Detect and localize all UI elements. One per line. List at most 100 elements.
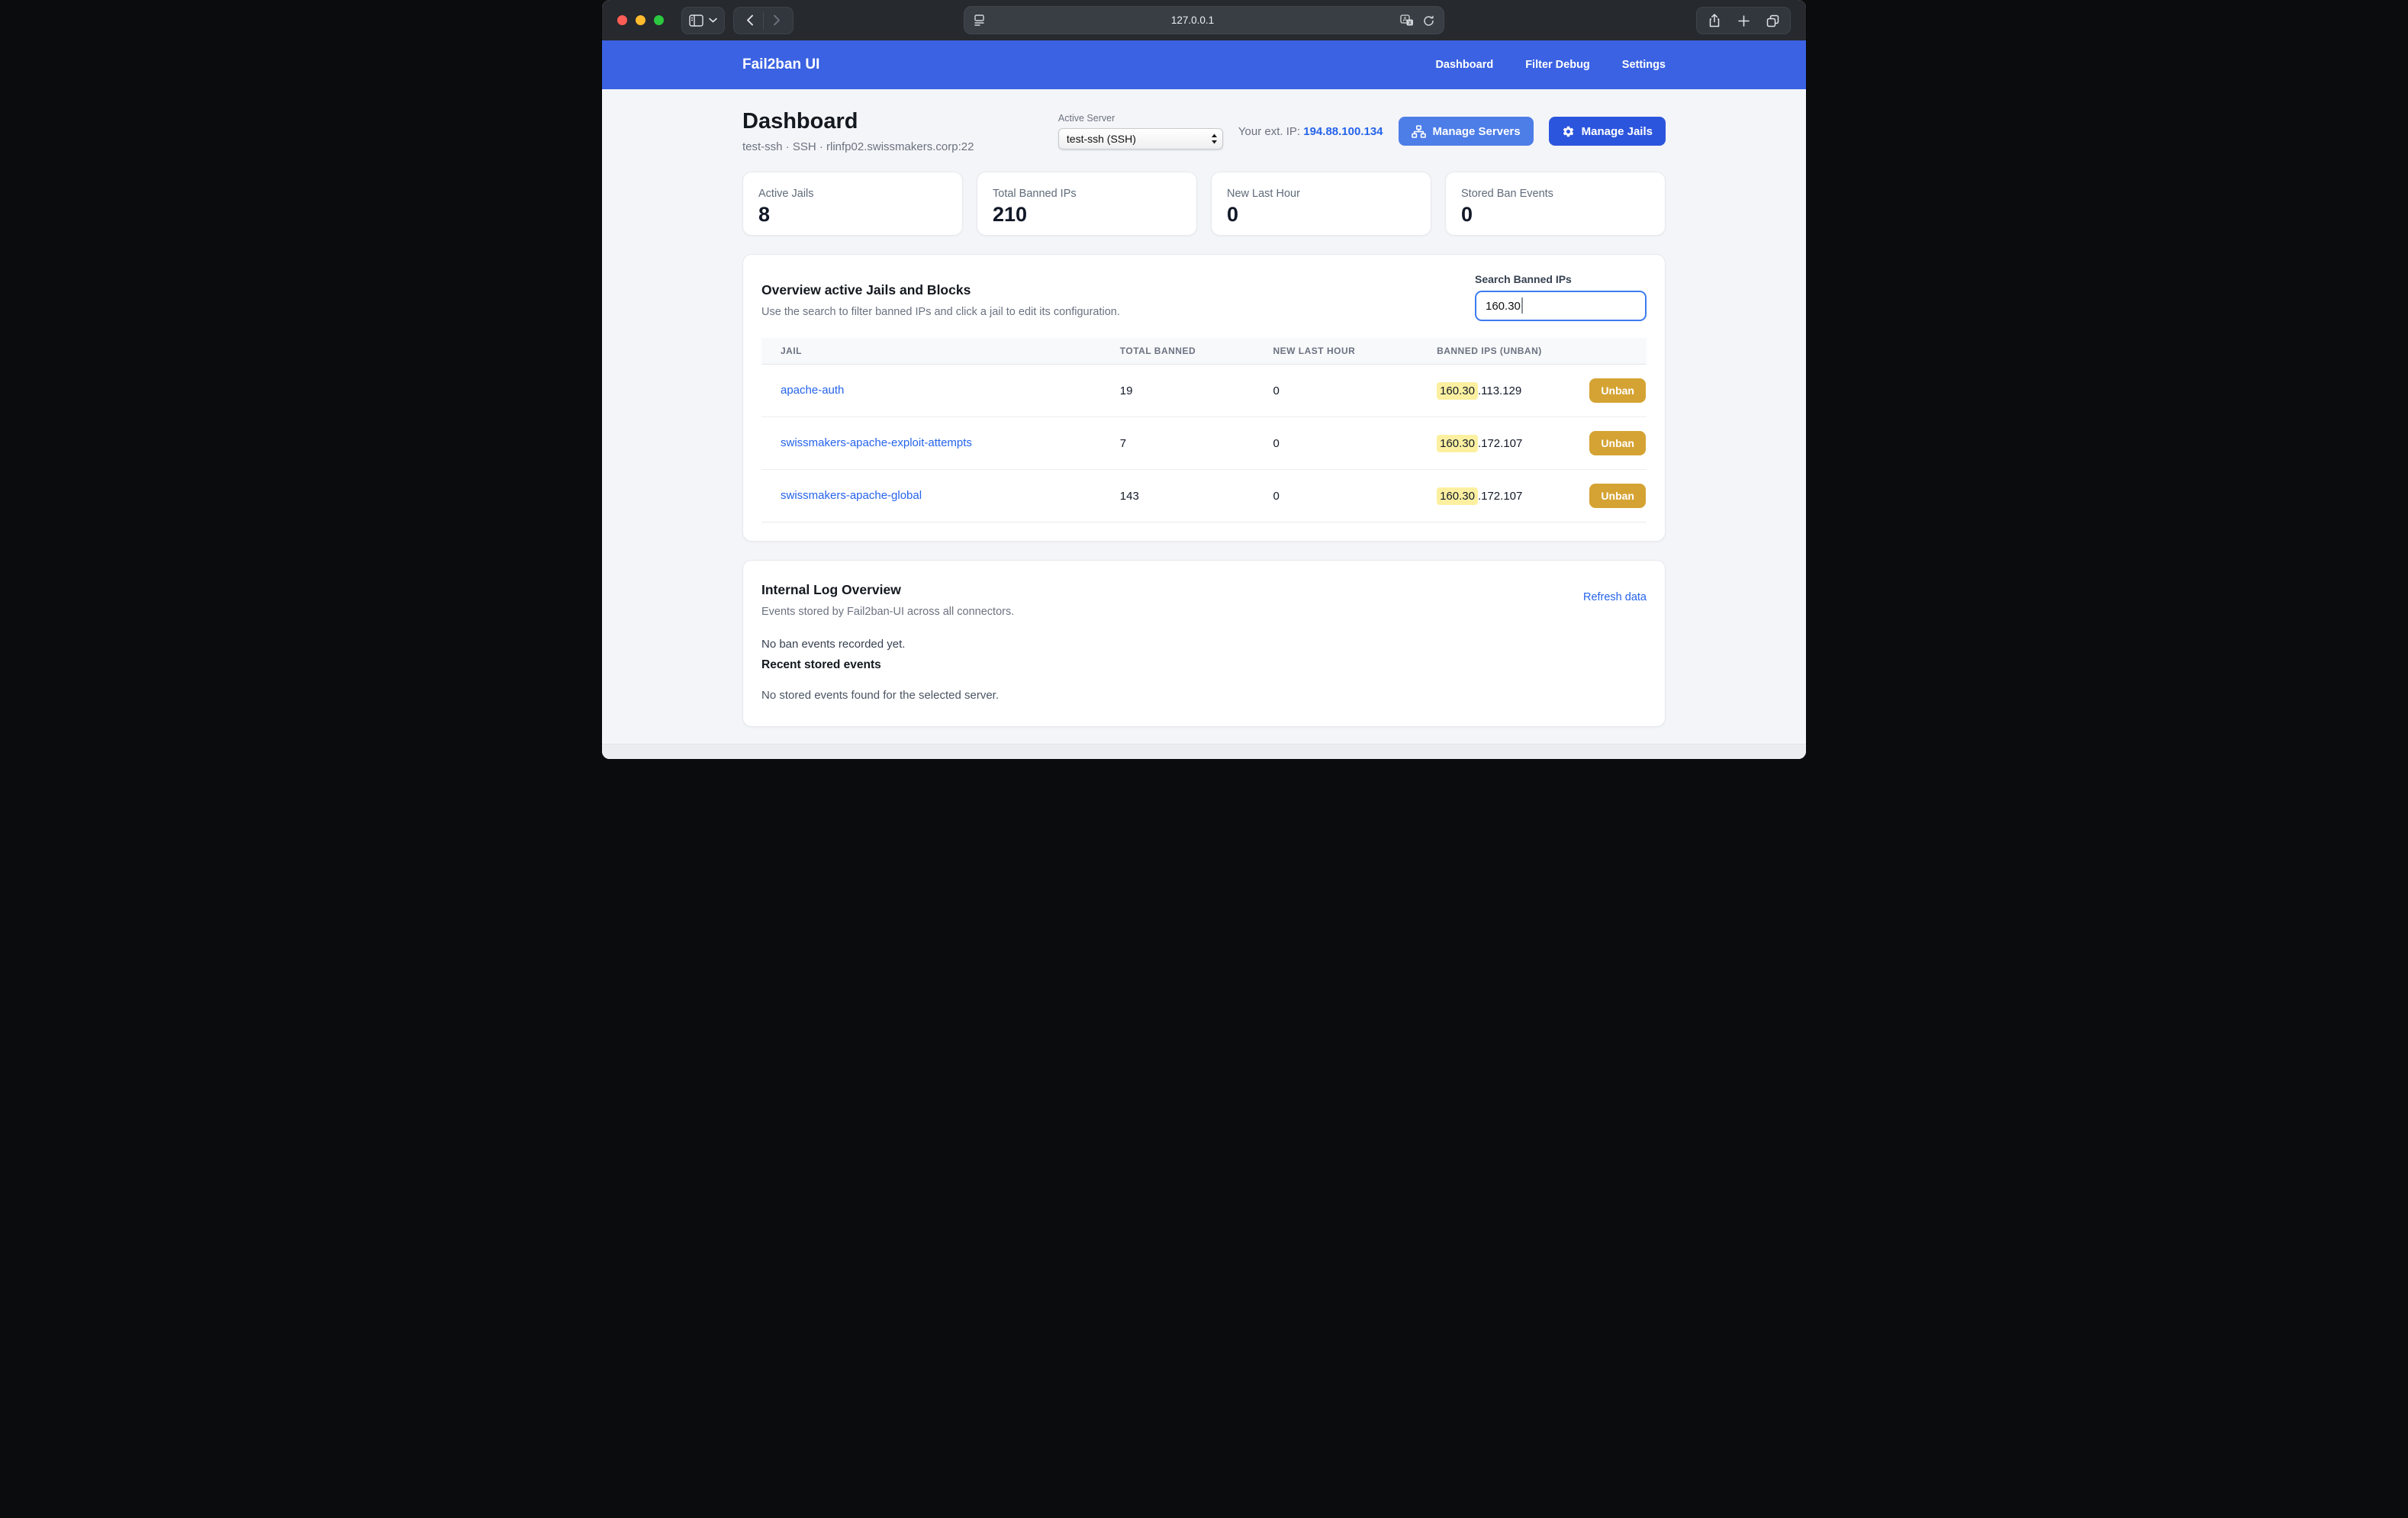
jails-table-header: JAIL TOTAL BANNED NEW LAST HOUR BANNED I… [761,338,1647,365]
history-nav-group [733,7,794,34]
stat-label: Total Banned IPs [993,188,1181,200]
search-banned-ips-label: Search Banned IPs [1475,273,1647,285]
toolbar-right-group [1696,7,1791,34]
share-icon[interactable] [1703,9,1726,32]
close-window-button[interactable] [617,15,627,25]
select-arrows-icon [1211,133,1218,144]
banned-ip: 160.30.113.129 [1437,384,1521,397]
ip-rest: .172.107 [1478,490,1522,503]
banned-ip: 160.30.172.107 [1437,490,1522,503]
total-banned-value: 7 [1120,437,1273,450]
stats-row: Active Jails 8 Total Banned IPs 210 New … [742,172,1666,236]
nav-link-filter-debug[interactable]: Filter Debug [1525,59,1590,71]
header-controls: Active Server test-ssh (SSH) Your ext. I… [1058,113,1666,150]
ext-ip-value[interactable]: 194.88.100.134 [1303,125,1383,138]
ext-ip-label: Your ext. IP: [1238,125,1300,138]
table-row: swissmakers-apache-global 143 0 160.30.1… [761,470,1647,523]
column-header-total-banned: TOTAL BANNED [1120,346,1273,356]
overview-title: Overview active Jails and Blocks [761,282,1120,298]
active-server-label: Active Server [1058,113,1223,124]
browser-titlebar: 127.0.0.1 A x [602,0,1806,40]
jail-link[interactable]: apache-auth [781,384,844,397]
new-last-hour-value: 0 [1273,384,1437,397]
nav-link-settings[interactable]: Settings [1622,59,1666,71]
sidebar-toggle-group [681,7,725,34]
stat-value: 8 [758,203,947,227]
stat-card-stored-ban-events: Stored Ban Events 0 [1445,172,1666,236]
new-last-hour-value: 0 [1273,437,1437,450]
jail-link[interactable]: swissmakers-apache-global [781,489,922,502]
reload-icon[interactable] [1423,14,1434,27]
stat-label: New Last Hour [1227,188,1415,200]
active-server-value: test-ssh (SSH) [1067,133,1136,145]
table-row: swissmakers-apache-exploit-attempts 7 0 … [761,417,1647,470]
stat-label: Stored Ban Events [1461,188,1650,200]
log-title: Internal Log Overview [761,582,1014,598]
no-ban-events-text: No ban events recorded yet. [761,638,1647,651]
tabs-overview-icon[interactable] [1761,9,1784,32]
nav-link-dashboard[interactable]: Dashboard [1435,59,1493,71]
new-last-hour-value: 0 [1273,490,1437,503]
page-subtitle: test-ssh · SSH · rlinfp02.swissmakers.co… [742,140,974,153]
manage-jails-label: Manage Jails [1582,125,1653,138]
ip-highlight: 160.30 [1437,435,1478,452]
address-bar[interactable]: 127.0.0.1 A x [964,6,1444,34]
manage-servers-label: Manage Servers [1433,125,1521,138]
app-nav-links: Dashboard Filter Debug Settings [1435,59,1666,71]
overview-card: Overview active Jails and Blocks Use the… [742,254,1666,542]
url-text: 127.0.0.1 [985,14,1400,26]
stat-card-new-last-hour: New Last Hour 0 [1211,172,1431,236]
stat-value: 0 [1227,203,1415,227]
refresh-data-link[interactable]: Refresh data [1583,591,1647,603]
sidebar-toggle-icon[interactable] [689,14,703,27]
back-button[interactable] [737,9,763,32]
ip-highlight: 160.30 [1437,382,1478,400]
unban-button[interactable]: Unban [1589,378,1646,403]
page-title: Dashboard [742,109,974,134]
stat-value: 210 [993,203,1181,227]
gear-icon [1562,125,1575,138]
jails-table: JAIL TOTAL BANNED NEW LAST HOUR BANNED I… [761,338,1647,523]
browser-window: 127.0.0.1 A x [602,0,1806,759]
minimize-window-button[interactable] [636,15,645,25]
column-header-jail: JAIL [761,346,1120,356]
stat-card-total-banned: Total Banned IPs 210 [977,172,1197,236]
recent-stored-events-title: Recent stored events [761,658,1647,672]
translate-icon[interactable]: A x [1400,14,1414,27]
total-banned-value: 19 [1120,384,1273,397]
svg-text:x: x [1408,19,1412,26]
column-header-new-last-hour: NEW LAST HOUR [1273,346,1437,356]
jail-link[interactable]: swissmakers-apache-exploit-attempts [781,436,972,449]
page-settings-icon[interactable] [974,14,985,26]
total-banned-value: 143 [1120,490,1273,503]
new-tab-icon[interactable] [1732,9,1755,32]
unban-button[interactable]: Unban [1589,484,1646,508]
stat-label: Active Jails [758,188,947,200]
stat-value: 0 [1461,203,1650,227]
search-banned-ips-input[interactable] [1475,291,1647,321]
app-brand[interactable]: Fail2ban UI [742,56,819,73]
banned-ip: 160.30.172.107 [1437,437,1522,450]
window-footer-strip [602,744,1806,759]
ip-rest: .113.129 [1478,384,1521,397]
forward-button[interactable] [764,9,790,32]
no-stored-events-text: No stored events found for the selected … [761,689,1647,702]
overview-subtitle: Use the search to filter banned IPs and … [761,306,1120,318]
text-caret [1521,297,1523,314]
manage-servers-button[interactable]: Manage Servers [1399,117,1534,146]
log-subtitle: Events stored by Fail2ban-UI across all … [761,606,1014,618]
unban-button[interactable]: Unban [1589,431,1646,455]
chevron-down-icon[interactable] [709,18,717,23]
ip-highlight: 160.30 [1437,487,1478,505]
table-row: apache-auth 19 0 160.30.113.129 Unban [761,365,1647,417]
stat-card-active-jails: Active Jails 8 [742,172,963,236]
column-header-banned-ips: BANNED IPS (UNBAN) [1437,346,1647,356]
ip-rest: .172.107 [1478,437,1522,450]
internal-log-card: Internal Log Overview Events stored by F… [742,560,1666,727]
page-header: Dashboard test-ssh · SSH · rlinfp02.swis… [742,109,1666,153]
window-controls [617,15,664,25]
active-server-select[interactable]: test-ssh (SSH) [1058,128,1223,150]
zoom-window-button[interactable] [654,15,664,25]
manage-jails-button[interactable]: Manage Jails [1549,117,1666,146]
app-navbar: Fail2ban UI Dashboard Filter Debug Setti… [602,40,1806,89]
